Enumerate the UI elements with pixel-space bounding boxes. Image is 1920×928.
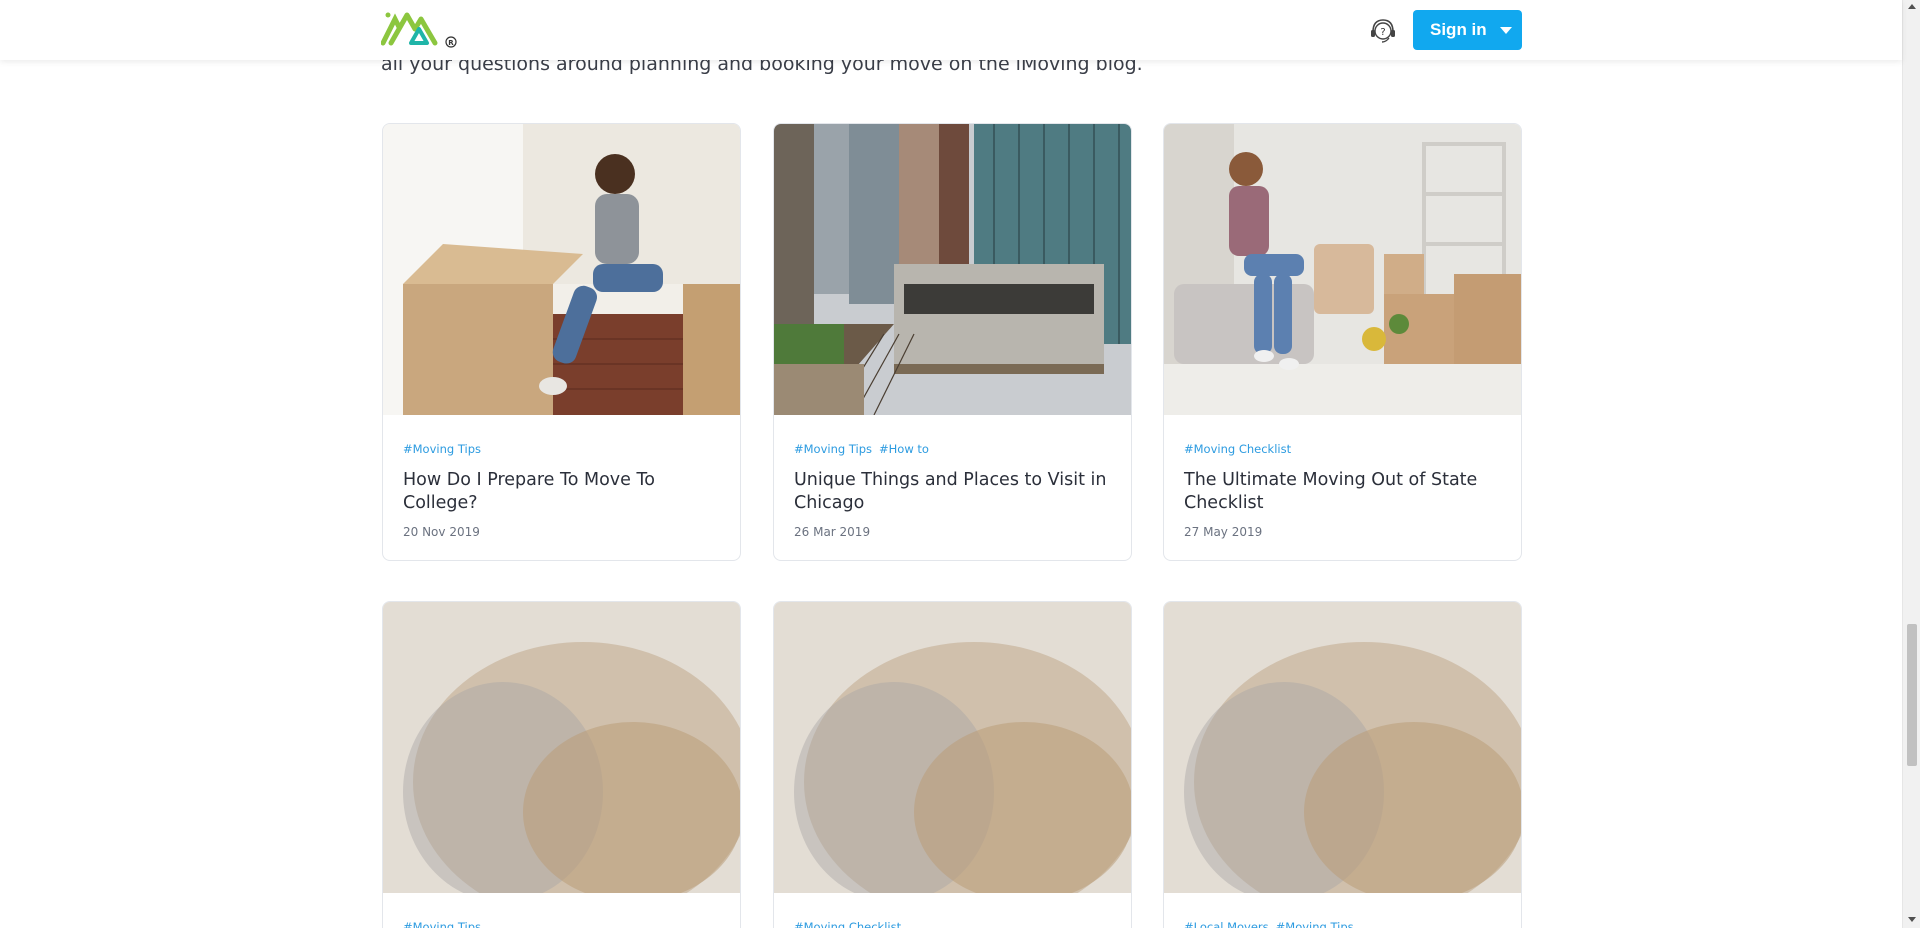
blog-card-title[interactable]: Unique Things and Places to Visit in Chi… <box>794 469 1111 515</box>
blog-card[interactable]: #Local Movers #Moving Tips <box>1163 601 1522 928</box>
blog-card-image[interactable] <box>774 124 1131 415</box>
blog-card-title[interactable]: The Ultimate Moving Out of State Checkli… <box>1184 469 1501 515</box>
blog-tag-link[interactable]: #Moving Checklist <box>794 920 901 928</box>
blog-card-date: 26 Mar 2019 <box>794 525 871 539</box>
site-header: R ? Sign in <box>0 0 1902 60</box>
blog-tag-link[interactable]: #Moving Tips <box>794 442 872 456</box>
scroll-up-icon[interactable] <box>1908 4 1916 9</box>
blog-tag-link[interactable]: #Local Movers <box>1184 920 1269 928</box>
blog-card-image[interactable] <box>383 602 740 893</box>
blog-card[interactable]: #Moving Checklist The Ultimate Moving Out… <box>1163 123 1522 561</box>
blog-card-body: #Moving Checklist <box>774 893 1131 928</box>
blog-card-tags: #Local Movers #Moving Tips <box>1184 920 1501 928</box>
blog-card-image[interactable] <box>1164 124 1521 415</box>
blog-card-tags: #Moving Tips <box>403 920 720 928</box>
scrollbar-thumb[interactable] <box>1907 624 1917 766</box>
blog-card-tags: #Moving Tips #How to <box>794 442 1111 456</box>
sign-in-button[interactable]: Sign in <box>1413 10 1522 50</box>
page-scrollbar[interactable] <box>1902 0 1920 928</box>
blog-card-body: #Moving Tips How Do I Prepare To Move To … <box>383 415 740 539</box>
blog-card-image[interactable] <box>1164 602 1521 893</box>
blog-card-tags: #Moving Checklist <box>794 920 1111 928</box>
blog-tag-link[interactable]: #Moving Tips <box>1276 920 1354 928</box>
help-icon-label: ? <box>1380 27 1385 38</box>
blog-tag-link[interactable]: #Moving Tips <box>403 442 481 456</box>
caret-down-icon <box>1499 26 1512 34</box>
blog-tag-link[interactable]: #Moving Tips <box>403 920 481 928</box>
blog-card-tags: #Moving Checklist <box>1184 442 1501 456</box>
blog-card-body: #Moving Tips <box>383 893 740 928</box>
blog-card-date: 20 Nov 2019 <box>403 525 480 539</box>
blog-card-body: #Moving Tips #How to Unique Things and Pla… <box>774 415 1131 539</box>
scroll-down-icon[interactable] <box>1908 917 1916 922</box>
blog-card-body: #Local Movers #Moving Tips <box>1164 893 1521 928</box>
blog-card-title[interactable]: How Do I Prepare To Move To College? <box>403 469 720 515</box>
sign-in-label: Sign in <box>1430 20 1487 39</box>
blog-card-tags: #Moving Tips <box>403 442 720 456</box>
blog-card-date: 27 May 2019 <box>1184 525 1263 539</box>
blog-card-image[interactable] <box>774 602 1131 893</box>
blog-tag-link[interactable]: #Moving Checklist <box>1184 442 1291 456</box>
blog-card[interactable]: #Moving Tips #How to Unique Things and Pla… <box>773 123 1132 561</box>
help-icon[interactable]: ? <box>1368 16 1398 46</box>
blog-card-body: #Moving Checklist The Ultimate Moving Out… <box>1164 415 1521 539</box>
blog-card[interactable]: #Moving Tips <box>382 601 741 928</box>
blog-card[interactable]: #Moving Checklist <box>773 601 1132 928</box>
blog-card-image[interactable] <box>383 124 740 415</box>
svg-text:R: R <box>448 39 454 47</box>
imoving-logo[interactable]: R <box>380 9 461 49</box>
blog-card[interactable]: #Moving Tips How Do I Prepare To Move To … <box>382 123 741 561</box>
blog-tag-link[interactable]: #How to <box>879 442 929 456</box>
